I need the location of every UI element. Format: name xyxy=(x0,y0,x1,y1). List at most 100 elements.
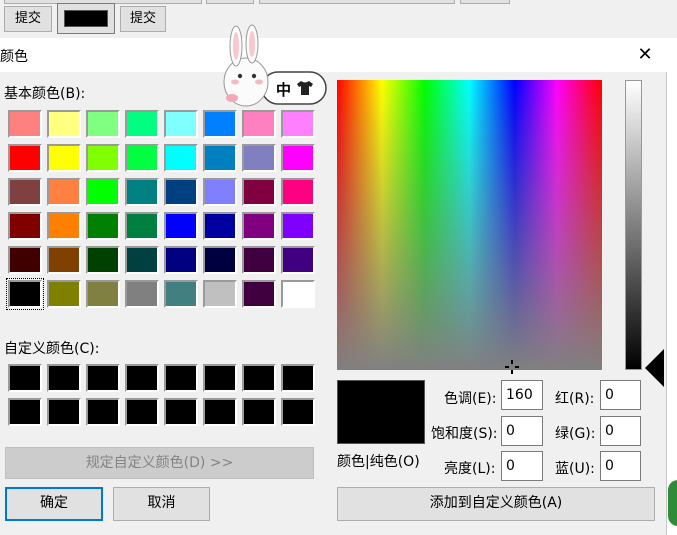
ok-button[interactable]: 确定 xyxy=(5,487,103,521)
blue-input[interactable]: 0 xyxy=(600,451,641,481)
basic-color-swatch[interactable] xyxy=(203,246,237,274)
custom-color-swatch[interactable] xyxy=(164,398,198,426)
custom-color-swatch[interactable] xyxy=(203,364,237,392)
basic-color-swatch[interactable] xyxy=(281,110,315,138)
luminance-label: 亮度(L): xyxy=(444,461,496,477)
color-picker-button[interactable] xyxy=(57,3,115,34)
basic-color-swatch[interactable] xyxy=(86,178,120,206)
basic-color-swatch[interactable] xyxy=(203,144,237,172)
green-label: 绿(G): xyxy=(555,426,596,442)
add-to-custom-colors-button[interactable]: 添加到自定义颜色(A) xyxy=(337,487,655,521)
ime-mode-label[interactable]: 中 xyxy=(276,79,291,100)
basic-color-swatch[interactable] xyxy=(203,212,237,240)
title-bar: 颜色 ✕ xyxy=(0,38,667,72)
luminance-slider[interactable] xyxy=(625,80,642,370)
basic-color-swatch[interactable] xyxy=(125,246,159,274)
basic-color-swatch[interactable] xyxy=(86,280,120,308)
basic-color-swatch[interactable] xyxy=(8,144,42,172)
basic-color-swatch[interactable] xyxy=(281,280,315,308)
basic-color-swatch[interactable] xyxy=(8,212,42,240)
basic-color-swatch[interactable] xyxy=(164,144,198,172)
basic-color-swatch[interactable] xyxy=(281,144,315,172)
basic-color-swatch[interactable] xyxy=(281,212,315,240)
blue-label: 蓝(U): xyxy=(555,461,595,477)
cancel-button[interactable]: 取消 xyxy=(113,487,210,521)
basic-color-swatch[interactable] xyxy=(8,246,42,274)
saturation-input[interactable]: 0 xyxy=(501,416,543,446)
basic-color-swatch[interactable] xyxy=(125,280,159,308)
custom-color-swatch[interactable] xyxy=(164,364,198,392)
basic-color-swatch[interactable] xyxy=(86,246,120,274)
basic-color-swatch[interactable] xyxy=(47,144,81,172)
custom-color-swatch[interactable] xyxy=(281,364,315,392)
page-fragment xyxy=(259,0,455,4)
custom-colors-label: 自定义颜色(C): xyxy=(4,341,100,357)
red-input[interactable]: 0 xyxy=(600,380,641,410)
basic-color-swatch[interactable] xyxy=(125,212,159,240)
custom-color-swatch[interactable] xyxy=(242,398,276,426)
basic-color-swatch[interactable] xyxy=(8,178,42,206)
define-custom-colors-button[interactable]: 规定自定义颜色(D) >> xyxy=(5,447,314,479)
color-dialog: 颜色 ✕ 基本颜色(B): 自定义颜色(C): 规定自定义颜色(D) >> 确定… xyxy=(0,38,667,535)
shirt-icon[interactable] xyxy=(296,80,314,96)
basic-color-swatch[interactable] xyxy=(86,110,120,138)
basic-color-swatch[interactable] xyxy=(242,212,276,240)
color-preview xyxy=(337,380,425,444)
basic-color-swatch[interactable] xyxy=(281,178,315,206)
custom-color-swatch[interactable] xyxy=(242,364,276,392)
saturation-label: 饱和度(S): xyxy=(431,426,498,442)
basic-color-swatch[interactable] xyxy=(164,212,198,240)
hue-input[interactable]: 160 xyxy=(501,380,543,410)
basic-color-swatch[interactable] xyxy=(164,178,198,206)
basic-colors-label: 基本颜色(B): xyxy=(4,86,86,102)
basic-color-swatch[interactable] xyxy=(125,178,159,206)
basic-color-swatch[interactable] xyxy=(203,280,237,308)
luminance-input[interactable]: 0 xyxy=(501,451,543,481)
basic-color-swatch[interactable] xyxy=(86,144,120,172)
edge-widget xyxy=(668,480,677,526)
custom-color-swatch[interactable] xyxy=(281,398,315,426)
basic-color-swatch[interactable] xyxy=(6,278,44,310)
ime-mascot[interactable]: 中 xyxy=(218,22,328,112)
basic-color-swatch[interactable] xyxy=(242,246,276,274)
close-icon[interactable]: ✕ xyxy=(632,42,658,68)
basic-color-swatch[interactable] xyxy=(242,178,276,206)
basic-color-swatch[interactable] xyxy=(125,144,159,172)
basic-color-swatch[interactable] xyxy=(86,212,120,240)
custom-color-swatch[interactable] xyxy=(47,398,81,426)
basic-color-swatch[interactable] xyxy=(164,110,198,138)
basic-color-swatch[interactable] xyxy=(281,246,315,274)
basic-color-swatch[interactable] xyxy=(164,280,198,308)
custom-color-swatch[interactable] xyxy=(8,398,42,426)
basic-color-swatch[interactable] xyxy=(203,110,237,138)
basic-color-swatch[interactable] xyxy=(47,246,81,274)
custom-color-swatch[interactable] xyxy=(125,398,159,426)
page-fragment xyxy=(460,0,510,4)
custom-color-swatch[interactable] xyxy=(86,398,120,426)
custom-color-swatch[interactable] xyxy=(47,364,81,392)
custom-color-swatch[interactable] xyxy=(203,398,237,426)
custom-color-swatch[interactable] xyxy=(86,364,120,392)
basic-color-swatch[interactable] xyxy=(47,178,81,206)
submit-button-2[interactable]: 提交 xyxy=(120,6,166,32)
color-picker-swatch xyxy=(64,10,108,27)
luminance-arrow-icon[interactable] xyxy=(645,349,664,387)
green-input[interactable]: 0 xyxy=(600,416,641,446)
basic-color-swatch[interactable] xyxy=(242,280,276,308)
submit-button[interactable]: 提交 xyxy=(4,6,52,32)
basic-color-swatch[interactable] xyxy=(203,178,237,206)
dialog-title: 颜色 xyxy=(0,49,28,65)
hue-label: 色调(E): xyxy=(444,391,497,407)
custom-color-swatch[interactable] xyxy=(8,364,42,392)
basic-color-swatch[interactable] xyxy=(47,212,81,240)
color-spectrum[interactable] xyxy=(337,80,602,370)
basic-color-swatch[interactable] xyxy=(8,110,42,138)
crosshair-icon xyxy=(505,360,519,374)
basic-color-swatch[interactable] xyxy=(47,280,81,308)
basic-color-swatch[interactable] xyxy=(242,144,276,172)
custom-color-swatch[interactable] xyxy=(125,364,159,392)
basic-color-swatch[interactable] xyxy=(47,110,81,138)
basic-color-swatch[interactable] xyxy=(125,110,159,138)
basic-color-swatch[interactable] xyxy=(164,246,198,274)
basic-color-swatch[interactable] xyxy=(242,110,276,138)
